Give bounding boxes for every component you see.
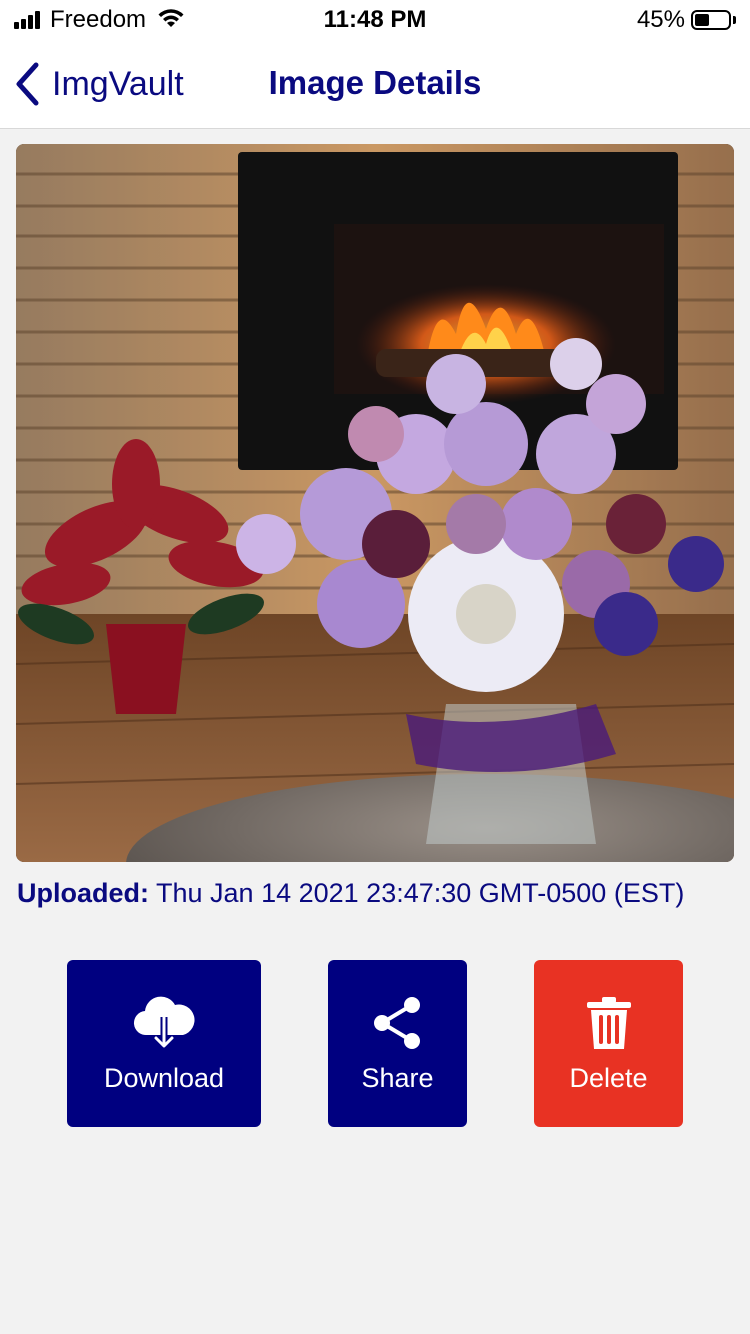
download-button[interactable]: Download [67, 960, 261, 1127]
status-bar: Freedom 11:48 PM 45% [0, 0, 750, 40]
battery-level [695, 14, 709, 26]
uploaded-value: Thu Jan 14 2021 23:47:30 GMT-0500 (EST) [156, 878, 685, 908]
battery-tip [733, 16, 736, 24]
battery-percent: 45% [636, 6, 685, 33]
share-button[interactable]: Share [328, 960, 467, 1127]
download-label: Download [103, 1063, 225, 1093]
status-right: 45% [637, 6, 736, 34]
share-icon [370, 993, 426, 1053]
delete-label: Delete [569, 1063, 648, 1093]
back-label: ImgVault [52, 64, 184, 103]
upload-info: Uploaded: Thu Jan 14 2021 23:47:30 GMT-0… [17, 878, 684, 909]
trash-icon [585, 993, 633, 1053]
back-button[interactable]: ImgVault [14, 60, 184, 108]
battery-icon [691, 10, 731, 30]
cloud-download-icon [131, 993, 197, 1053]
share-label: Share [361, 1063, 434, 1093]
photo-image [16, 144, 734, 862]
navigation-bar: ImgVault Image Details [0, 40, 750, 129]
chevron-left-icon [14, 62, 40, 106]
uploaded-label: Uploaded: [17, 878, 149, 908]
delete-button[interactable]: Delete [534, 960, 683, 1127]
